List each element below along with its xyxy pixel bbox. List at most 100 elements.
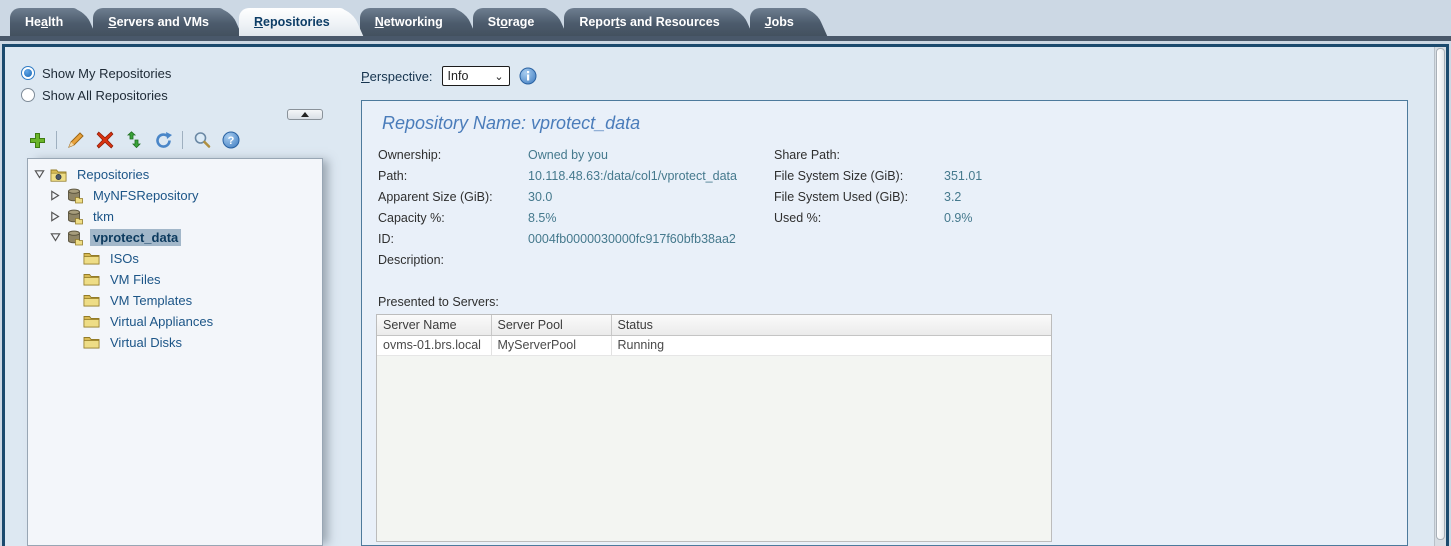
svg-text:?: ? [228,135,235,147]
tab-reports-and-resources[interactable]: Reports and Resources [564,8,735,36]
repository-icon [65,188,84,204]
repository-name-heading: Repository Name: vprotect_data [382,113,1407,134]
repository-detail-panel: Perspective: Info ⌄ Repository Name: vpr… [335,47,1434,546]
find-button[interactable] [192,130,212,150]
field-value: 10.118.48.63:/data/col1/vprotect_data [528,169,774,183]
repositories-sidebar: Show My Repositories Show All Repositori… [5,47,335,546]
folder-icon [82,294,101,307]
repositories-folder-icon [49,168,68,182]
cell-server-name: ovms-01.brs.local [377,335,491,355]
radio-button-icon [21,66,35,80]
panel-collapse-button[interactable] [287,109,323,120]
column-header-server-pool[interactable]: Server Pool [491,315,611,335]
field-value: 3.2 [944,190,982,204]
radio-button-icon [21,88,35,102]
field-value: 351.01 [944,169,982,183]
green-arrows-icon [125,131,143,149]
radio-label: Show All Repositories [42,88,168,103]
presented-to-servers-label: Presented to Servers: [378,295,1407,309]
field-label: File System Used (GiB): [774,190,944,204]
search-icon [193,131,211,149]
tab-networking[interactable]: Networking [360,8,459,36]
tree-node-vm-files[interactable]: VM Files [32,269,318,290]
help-button[interactable]: ? [221,130,241,150]
tree-node-label: Virtual Appliances [107,313,216,330]
expand-node-icon[interactable] [48,190,62,201]
tree-node-repositories[interactable]: Repositories [32,164,318,185]
presented-servers-table: Server Name Server Pool Status ovms-01.b… [376,314,1052,542]
field-label: Share Path: [774,148,944,162]
add-repository-button[interactable] [27,130,47,150]
present-repository-button[interactable] [124,130,144,150]
tab-health[interactable]: Health [10,8,79,36]
tree-node-label: vprotect_data [90,229,181,246]
pencil-icon [67,131,85,149]
field-value: 8.5% [528,211,774,225]
folder-icon [82,336,101,349]
collapse-node-icon[interactable] [48,232,62,243]
perspective-info-button[interactable] [519,67,537,85]
info-icon [519,67,537,85]
collapse-arrow-icon [300,111,310,118]
tree-node-virtual-disks[interactable]: Virtual Disks [32,332,318,353]
radio-label: Show My Repositories [42,66,171,81]
field-label: Ownership: [378,148,528,162]
field-label: Capacity %: [378,211,528,225]
delete-repository-button[interactable] [95,130,115,150]
refresh-button[interactable] [153,130,173,150]
column-header-status[interactable]: Status [611,315,1051,335]
collapse-node-icon[interactable] [32,169,46,180]
chevron-down-icon: ⌄ [494,70,503,83]
red-x-icon [96,131,114,149]
tree-node-virtual-appliances[interactable]: Virtual Appliances [32,311,318,332]
perspective-row: Perspective: Info ⌄ [361,65,1420,87]
table-row[interactable]: ovms-01.brs.local MyServerPool Running [377,335,1051,355]
expand-node-icon[interactable] [48,211,62,222]
fields-left-column: Ownership: Owned by you Path: 10.118.48.… [378,144,774,270]
vertical-scrollbar[interactable] [1434,47,1446,546]
field-label: Used %: [774,211,944,225]
scrollbar-thumb[interactable] [1436,48,1445,540]
field-value: Owned by you [528,148,774,162]
folder-icon [82,273,101,286]
radio-show-all-repositories[interactable]: Show All Repositories [21,85,335,105]
help-icon: ? [222,131,240,149]
column-header-server-name[interactable]: Server Name [377,315,491,335]
field-label: Apparent Size (GiB): [378,190,528,204]
tree-node-label: VM Files [107,271,164,288]
tree-node-label: tkm [90,208,117,225]
field-value: 0004fb0000030000fc917f60bfb38aa2 [528,232,774,246]
repository-icon [65,230,84,246]
folder-icon [82,315,101,328]
toolbar-separator [182,131,183,149]
tab-repositories[interactable]: Repositories [239,8,346,36]
field-value: 30.0 [528,190,774,204]
tab-jobs[interactable]: Jobs [750,8,810,36]
tab-servers-and-vms[interactable]: Servers and VMs [93,8,225,36]
tree-node-mynfsrepository[interactable]: MyNFSRepository [32,185,318,206]
perspective-select[interactable]: Info ⌄ [442,66,510,86]
cell-server-pool: MyServerPool [491,335,611,355]
collapse-row [13,109,335,121]
cell-status: Running [611,335,1051,355]
repository-icon [65,209,84,225]
repositories-tree: Repositories MyNFSRepository [27,158,323,546]
tree-node-tkm[interactable]: tkm [32,206,318,227]
field-label: ID: [378,232,528,246]
tab-bar: Health Servers and VMs Repositories Netw… [0,0,1451,36]
tree-node-vprotect-data[interactable]: vprotect_data [32,227,318,248]
field-label: Description: [378,253,528,267]
radio-show-my-repositories[interactable]: Show My Repositories [21,63,335,83]
edit-repository-button[interactable] [66,130,86,150]
tab-storage[interactable]: Storage [473,8,551,36]
tree-node-label: MyNFSRepository [90,187,201,204]
plus-icon [29,132,46,149]
folder-icon [82,252,101,265]
toolbar-separator [56,131,57,149]
field-label: Path: [378,169,528,183]
tree-node-vm-templates[interactable]: VM Templates [32,290,318,311]
tree-node-isos[interactable]: ISOs [32,248,318,269]
field-value: 0.9% [944,211,982,225]
repository-fields: Ownership: Owned by you Path: 10.118.48.… [378,144,1407,270]
field-label: File System Size (GiB): [774,169,944,183]
